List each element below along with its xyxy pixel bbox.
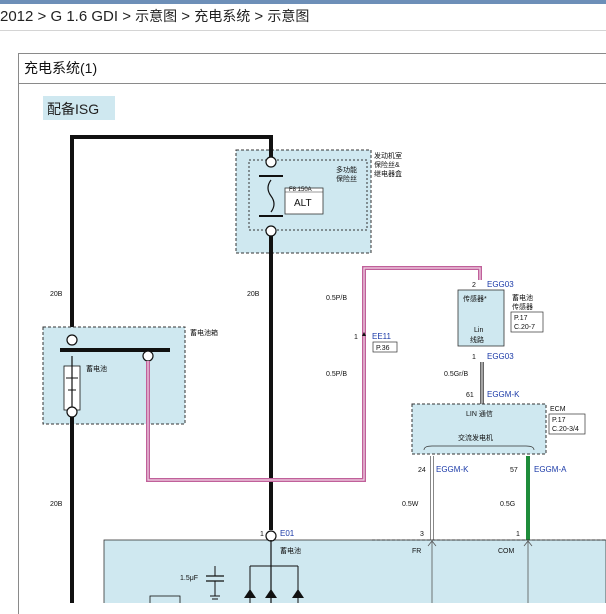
alt-fr-label: FR	[412, 548, 421, 555]
ecm-lin: LIN 通信	[466, 409, 493, 418]
ecm-pin-a: 24	[418, 467, 426, 474]
wiring-diagram: 配备ISG 发动机室 保险丝& 继电器盒 多功能 保险丝 F8 150A ALT…	[42, 96, 606, 603]
sensor-conn-top[interactable]: EGG03	[487, 280, 514, 289]
alt-com-label: COM	[498, 548, 515, 555]
wire-size-1: 20B	[50, 291, 63, 298]
wire-size-3: 20B	[50, 501, 63, 508]
sensor-side2: 传感器	[512, 302, 533, 311]
wire-size-6: 0.5Gr/B	[444, 371, 468, 378]
capacitor-label: 1.5μF	[180, 575, 198, 582]
fuse-rating: F8 150A	[289, 187, 312, 193]
ecm-pin-b: 57	[510, 467, 518, 474]
engine-box-label2: 保险丝&	[374, 160, 400, 169]
wire-size-7: 0.5W	[402, 501, 419, 508]
ecm-pin: 61	[466, 392, 474, 399]
sensor-name: 传感器*	[463, 294, 487, 303]
sensor-conn-bottom[interactable]: EGG03	[487, 352, 514, 361]
sensor-side1: 蓄电池	[512, 293, 533, 302]
ecm-alt-label: 交流发电机	[458, 433, 493, 442]
sensor-pin-bottom: 1	[472, 354, 476, 361]
wire-size-2: 20B	[247, 291, 260, 298]
ecm-label: ECM	[550, 406, 566, 413]
alt-conn-main[interactable]: E01	[280, 529, 295, 538]
sensor-pin-top: 2	[472, 282, 476, 289]
fuse-name: ALT	[294, 198, 312, 209]
battery-box-label: 蓄电池箱	[190, 328, 218, 337]
joint-ref[interactable]: P.36	[376, 345, 390, 352]
alt-battery-label: 蓄电池	[280, 546, 301, 555]
joint-name[interactable]: EE11	[372, 332, 392, 341]
wire-size-5: 0.5P/B	[326, 371, 347, 378]
sensor-ref2[interactable]: C.20-7	[514, 324, 535, 331]
ecm-conn[interactable]: EGGM-K	[487, 390, 520, 399]
wire-size-8: 0.5G	[500, 501, 515, 508]
joint-pin: 1	[354, 334, 358, 341]
ecm-ref2[interactable]: C.20-3/4	[552, 426, 579, 433]
engine-box-label3: 继电器盒	[374, 169, 402, 178]
alt-pin-com: 1	[516, 531, 520, 538]
alt-pin-fr: 3	[420, 531, 424, 538]
ecm-conn-a[interactable]: EGGM-K	[436, 465, 469, 474]
ecm-ref1[interactable]: P.17	[552, 417, 566, 424]
multi-fuse-label1: 多功能	[336, 165, 357, 174]
alternator-box	[103, 539, 606, 603]
sensor-inner1: Lin	[474, 327, 483, 334]
sensor-ref1[interactable]: P.17	[514, 315, 528, 322]
variant-label: 配备ISG	[47, 101, 99, 117]
wire-size-4: 0.5P/B	[326, 295, 347, 302]
multi-fuse-label2: 保险丝	[336, 174, 357, 183]
engine-box-label1: 发动机室	[374, 151, 402, 160]
alt-pin-main: 1	[260, 531, 264, 538]
battery-label: 蓄电池	[86, 364, 107, 373]
ecm-conn-b[interactable]: EGGM-A	[534, 465, 567, 474]
sensor-inner2: 线路	[470, 335, 484, 344]
